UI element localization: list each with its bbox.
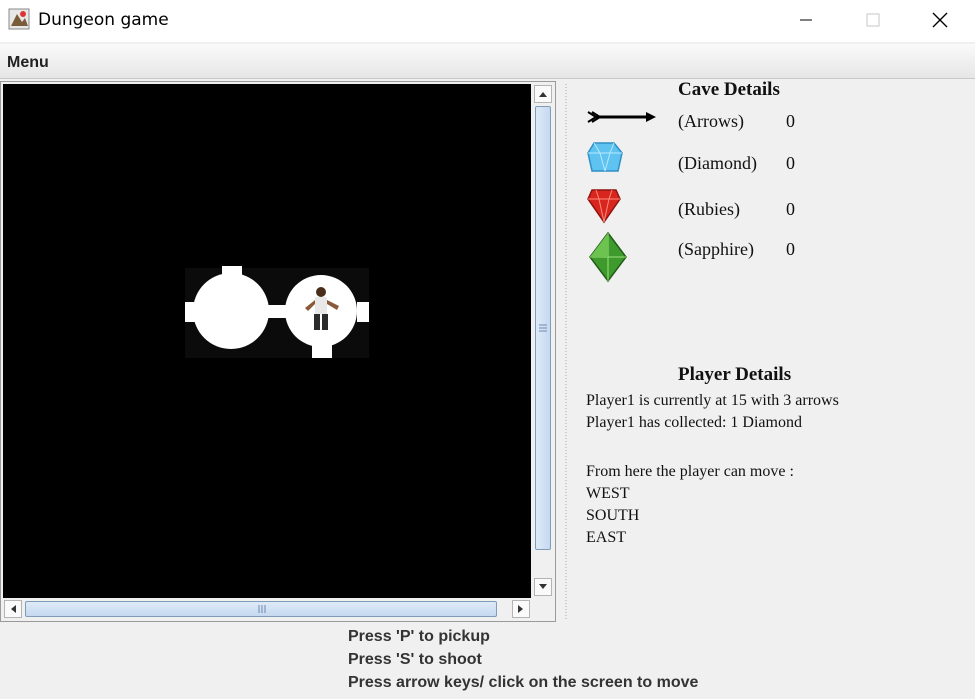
move-option: WEST [586,485,630,502]
maximize-button[interactable] [843,0,903,40]
arrow-left-icon [11,605,16,613]
split-divider[interactable] [560,84,572,620]
horizontal-scroll-thumb[interactable] [25,601,497,617]
arrows-label: (Arrows) [678,111,744,131]
player-collected-text: Player1 has collected: 1 Diamond [586,414,802,431]
move-option: EAST [586,529,626,546]
arrows-count: 0 [786,111,795,131]
instruction-pickup: Press 'P' to pickup [348,628,490,645]
sapphire-icon [589,231,627,283]
moves-heading: From here the player can move : [586,463,794,480]
details-panel: Cave Details (Arrows) 0 (Diamond) 0 (Rub… [572,79,975,622]
sapphire-count: 0 [786,239,795,259]
player-details-heading: Player Details [678,364,792,385]
arrow-down-icon [539,584,547,589]
arrow-up-icon [539,92,547,97]
close-button[interactable] [910,0,970,40]
menu-bar: Menu [0,44,975,79]
scroll-left-button[interactable] [4,600,22,618]
rubies-label: (Rubies) [678,199,740,219]
maximize-icon [866,13,880,27]
rubies-count: 0 [786,199,795,219]
vertical-scrollbar[interactable] [533,84,553,598]
title-bar: Dungeon game [0,0,975,42]
diamond-label: (Diamond) [678,153,757,173]
sapphire-label: (Sapphire) [678,239,754,259]
game-scroll-pane [0,81,556,622]
diamond-count: 0 [786,153,795,173]
instruction-move: Press arrow keys/ click on the screen to… [348,674,699,691]
divider-grip [565,84,567,620]
move-option: SOUTH [586,507,640,524]
vertical-scroll-thumb[interactable] [535,106,551,550]
dungeon-map [185,266,369,358]
window-title: Dungeon game [38,10,169,30]
game-canvas[interactable] [3,84,531,598]
menu-item-menu[interactable]: Menu [7,54,49,72]
arrow-icon [587,111,656,123]
scroll-down-button[interactable] [534,578,552,596]
minimize-button[interactable] [776,0,836,40]
scroll-right-button[interactable] [512,600,530,618]
horizontal-scrollbar[interactable] [3,599,531,619]
ruby-icon [587,189,621,224]
cave-details-heading: Cave Details [678,79,780,100]
close-icon [932,12,948,28]
instruction-shoot: Press 'S' to shoot [348,651,482,668]
player-location-text: Player1 is currently at 15 with 3 arrows [586,392,839,409]
app-icon [8,8,30,30]
minimize-icon [800,19,812,21]
diamond-icon [587,142,623,172]
grip-icon [258,605,266,613]
scroll-up-button[interactable] [534,85,552,103]
instructions-panel: Press 'P' to pickup Press 'S' to shoot P… [0,622,975,699]
grip-icon [539,324,547,332]
arrow-right-icon [518,605,523,613]
